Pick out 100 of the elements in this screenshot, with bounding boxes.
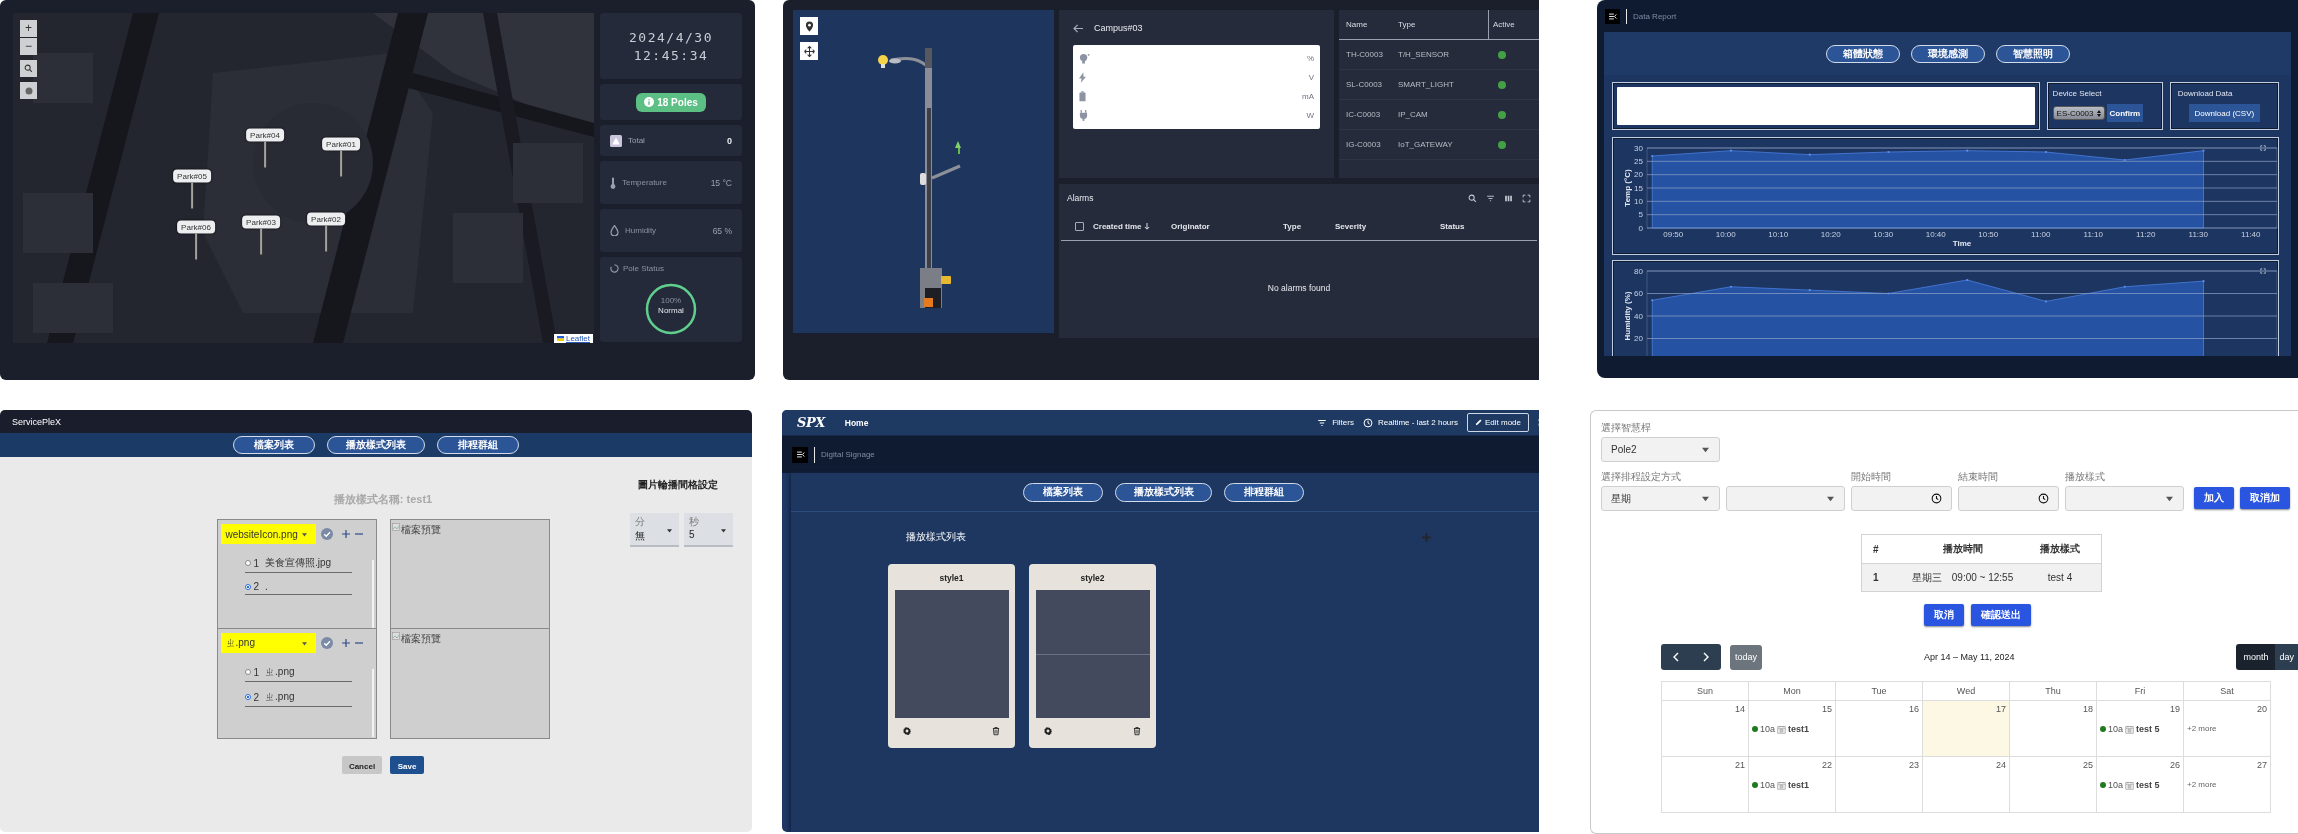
calendar-day[interactable]: 20 +2 more [2184,701,2271,757]
marker-label: Park#02 [307,212,345,226]
select-field[interactable]: 星期 [1601,486,1720,511]
event-title[interactable]: test1 [1788,780,1810,790]
nav-button[interactable]: 播放樣式列表 [327,436,425,454]
select-field[interactable]: Pole2 [1601,437,1720,462]
select-field[interactable]: 分 無 [630,513,679,547]
cancel-button[interactable]: Cancel [342,756,382,774]
zoom-in-button[interactable]: + [20,20,37,37]
download-button[interactable]: Download (CSV) [2188,104,2261,122]
calendar-day[interactable]: 26 10a test 5 [2097,757,2184,813]
cancel-button[interactable]: 取消 [1924,604,1964,626]
menu-button[interactable] [1605,8,1620,24]
nav-button[interactable]: 智慧照明 [1995,44,2070,63]
event-dot-icon [1752,726,1758,732]
style-title: 播放樣式名稱: test1 [333,492,433,507]
remove-button[interactable] [354,639,363,647]
confirm-button[interactable]: Confirm [2106,104,2144,122]
calendar-day[interactable]: 25 [2010,757,2097,813]
settings-button[interactable] [902,726,912,736]
checkbox[interactable] [1075,221,1084,231]
broken-image-icon [391,632,400,640]
battery-icon [1079,91,1086,102]
submit-button[interactable]: 確認送出 [1971,604,2031,626]
calendar-day[interactable]: 27 +2 more [2184,757,2271,813]
time-field[interactable] [1851,486,1952,511]
section-title: 播放樣式列表 [906,530,966,544]
zoom-out-button[interactable]: − [20,38,37,55]
event-title[interactable]: test1 [1788,724,1810,734]
today-button[interactable]: today [1730,644,1763,670]
filter-button[interactable] [1486,193,1495,203]
radio-button[interactable] [244,583,251,590]
weekday-header: Tue [1836,682,1923,701]
add-button[interactable] [341,639,350,647]
calendar-icon [2125,724,2135,734]
view-tab[interactable]: day [2275,644,2298,670]
locate-button[interactable] [20,82,37,99]
calendar-day[interactable]: 17 [1923,701,2010,757]
nav-button[interactable]: 檔案列表 [1023,482,1103,502]
event-title[interactable]: test 5 [2136,780,2160,790]
fullscreen-icon[interactable] [2260,145,2266,151]
settings-button[interactable] [1043,726,1053,736]
calendar-day[interactable]: 22 10a test1 [1749,757,1836,813]
location-button[interactable] [800,17,818,35]
column-header: Active [1488,9,1528,40]
plug-icon [1079,110,1088,121]
columns-button[interactable] [1504,193,1513,203]
calendar-day[interactable]: 21 [1662,757,1749,813]
file-select[interactable]: ㄓ.png [220,633,316,653]
file-select[interactable]: websiteIcon.png [220,524,316,544]
move-button[interactable] [800,42,818,60]
data-point [1887,150,1890,154]
nav-button[interactable]: 排程群組 [437,436,519,454]
attribution-link[interactable]: Leaflet [565,334,590,343]
save-button[interactable]: Save [390,756,424,774]
calendar-day[interactable]: 18 [2010,701,2097,757]
view-tab[interactable]: month [2236,644,2276,670]
calendar-day[interactable]: 24 [1923,757,2010,813]
column-header: Type [1283,221,1303,231]
nav-button[interactable]: 環境感測 [1910,44,1985,63]
calendar-day[interactable]: 23 [1836,757,1923,813]
calendar-day[interactable]: 19 10a test 5 [2097,701,2184,757]
home-link[interactable]: Home [844,417,869,428]
date-range: Apr 14 – May 11, 2024 [1923,652,2016,662]
select-field[interactable] [2065,486,2184,511]
more-link[interactable]: +2 more [2187,780,2267,789]
stat-label: Temperature [622,178,667,187]
marker-label: Park#01 [322,137,360,151]
nav-button[interactable]: 檔案列表 [233,436,315,454]
fullscreen-icon[interactable] [2260,268,2266,274]
search-button[interactable] [1468,193,1477,203]
remove-button[interactable] [354,530,363,538]
device-select[interactable]: ES-C0003 [2052,106,2105,120]
edit-mode-button[interactable]: Edit mode [1466,413,1529,432]
add-button[interactable] [341,530,350,538]
select-field[interactable] [1726,486,1845,511]
time-window-button[interactable]: Realtime - last 2 hours [1362,417,1458,428]
radio-button[interactable] [244,669,251,675]
search-button[interactable] [20,60,37,77]
delete-button[interactable] [991,726,1001,736]
day-number: 15 [1822,704,1832,714]
calendar-day[interactable]: 14 [1662,701,1749,757]
cancel-add-button[interactable]: 取消加 [2240,487,2290,509]
back-button[interactable] [1073,23,1084,33]
time-field[interactable] [1958,486,2059,511]
filters-button[interactable]: Filters [1317,417,1354,428]
fullscreen-button[interactable] [1522,193,1531,203]
menu-button[interactable] [792,446,808,463]
add-button[interactable]: 加入 [2194,487,2234,509]
calendar-day[interactable]: 15 10a test1 [1749,701,1836,757]
nav-button[interactable]: 播放樣式列表 [1115,482,1212,502]
delete-button[interactable] [1132,726,1142,736]
more-link[interactable]: +2 more [2187,724,2267,733]
nav-button[interactable]: 箱體狀態 [1825,44,1900,63]
radio-button[interactable] [244,560,251,566]
day-number: 25 [2083,760,2093,770]
event-title[interactable]: test 5 [2136,724,2160,734]
radio-button[interactable] [244,694,251,700]
select-field[interactable]: 秒 5 [684,513,733,547]
nav-button[interactable]: 排程群組 [1224,482,1304,502]
